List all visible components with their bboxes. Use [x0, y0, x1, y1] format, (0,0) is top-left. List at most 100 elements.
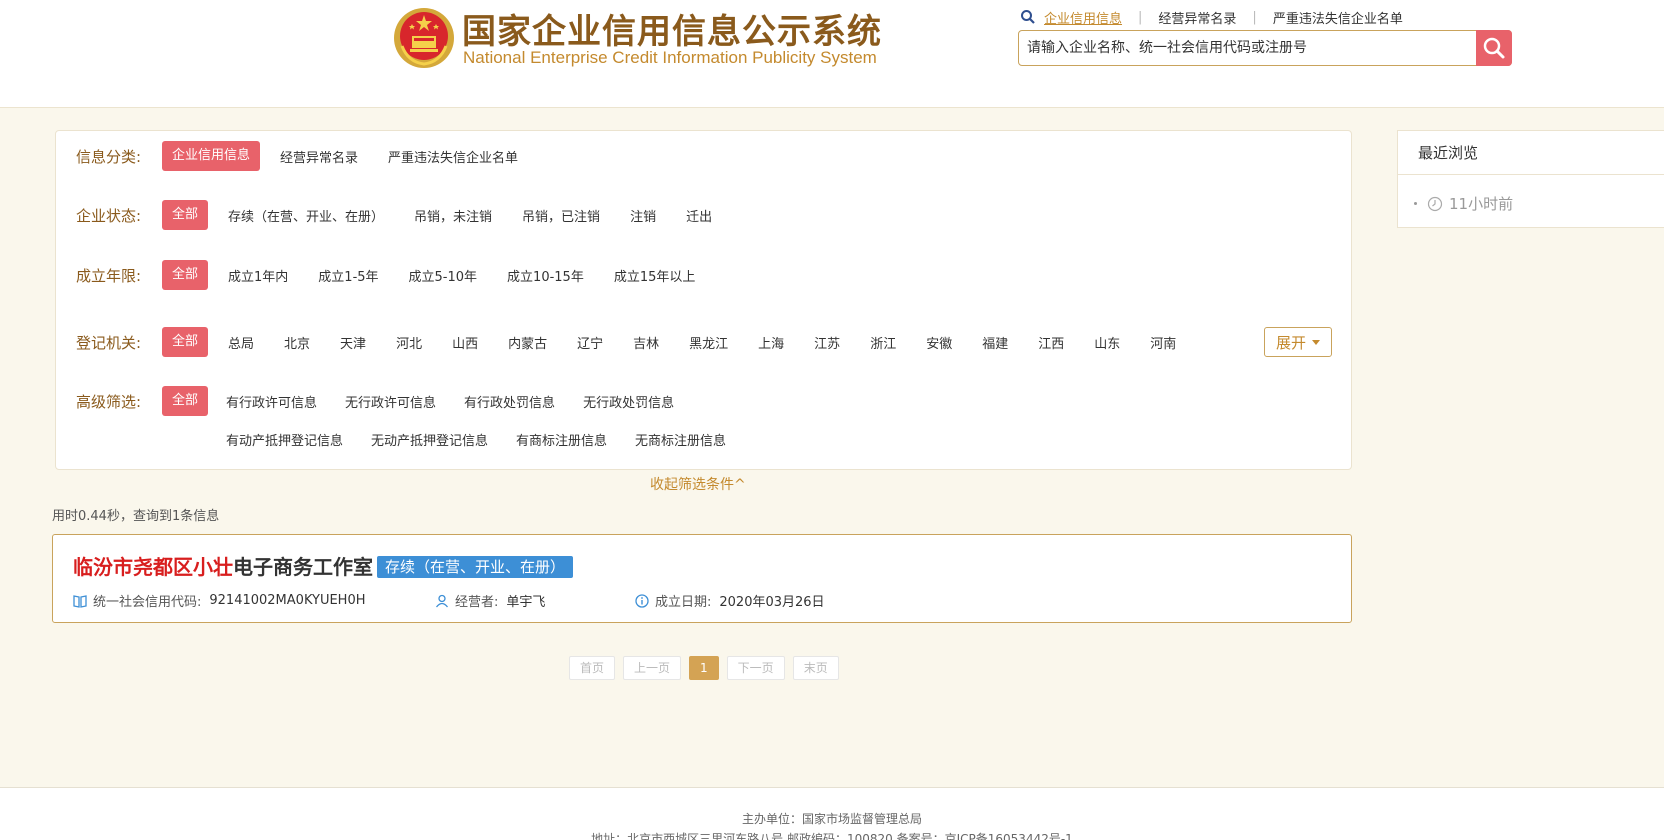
- filter-option[interactable]: 全部: [162, 260, 209, 290]
- filter-row-advanced: 高级筛选: 全部 有行政许可信息 无行政许可信息 有行政处罚信息 无行政处罚信息: [76, 386, 674, 416]
- filter-row-authority: 登记机关: 全部 总局 北京 天津 河北 山西 内蒙古 辽宁 吉林 黑龙江 上海…: [76, 327, 1176, 357]
- filter-panel: 信息分类: 企业信用信息 经营异常名录 严重违法失信企业名单 企业状态: 全部 …: [55, 130, 1352, 470]
- search-icon: [1021, 10, 1035, 24]
- filter-option[interactable]: 山西: [452, 333, 478, 352]
- page-prev-button[interactable]: 上一页: [623, 656, 682, 680]
- filter-option[interactable]: 严重违法失信企业名单: [388, 147, 518, 166]
- filter-label: 企业状态:: [76, 206, 142, 225]
- filter-row-advanced-2: 有动产抵押登记信息 无动产抵押登记信息 有商标注册信息 无商标注册信息: [226, 427, 726, 451]
- search-box: [1018, 30, 1512, 66]
- page-first-button[interactable]: 首页: [569, 656, 616, 680]
- site-subtitle: National Enterprise Credit Information P…: [463, 48, 877, 67]
- recent-item-time: 11小时前: [1449, 195, 1514, 213]
- filter-option[interactable]: 内蒙古: [508, 333, 547, 352]
- filter-option[interactable]: 黑龙江: [689, 333, 728, 352]
- filter-option[interactable]: 无行政许可信息: [345, 392, 436, 411]
- top-link-abnormal-list[interactable]: 经营异常名录: [1158, 8, 1236, 27]
- filter-option[interactable]: 北京: [284, 333, 310, 352]
- page-last-button[interactable]: 末页: [792, 656, 839, 680]
- operator-field: 经营者: 单宇飞: [435, 591, 545, 610]
- info-icon: [635, 593, 649, 608]
- filter-row-age: 成立年限: 全部 成立1年内 成立1-5年 成立5-10年 成立10-15年 成…: [76, 260, 695, 290]
- filter-option[interactable]: 成立1-5年: [318, 266, 378, 285]
- filter-option[interactable]: 有行政许可信息: [226, 392, 317, 411]
- search-icon: [1483, 37, 1505, 59]
- filter-row-status: 企业状态: 全部 存续（在营、开业、在册） 吊销，未注销 吊销，已注销 注销 迁…: [76, 200, 712, 230]
- filter-row-category: 信息分类: 企业信用信息 经营异常名录 严重违法失信企业名单: [76, 141, 518, 171]
- filter-label: 高级筛选:: [76, 392, 142, 411]
- search-button[interactable]: [1476, 30, 1512, 66]
- filter-option[interactable]: 吊销，未注销: [414, 206, 492, 225]
- clock-icon: [1427, 196, 1443, 211]
- national-emblem-icon: [394, 8, 454, 68]
- result-stats: 用时0.44秒，查询到1条信息: [52, 509, 220, 524]
- filter-option[interactable]: 上海: [758, 333, 784, 352]
- collapse-filters-link[interactable]: 收起筛选条件^: [650, 474, 746, 494]
- company-name-rest: 电子商务工作室: [233, 555, 373, 579]
- filter-option[interactable]: 成立5-10年: [409, 266, 478, 285]
- filter-option[interactable]: 辽宁: [577, 333, 603, 352]
- operator-label: 经营者:: [455, 595, 499, 610]
- filter-option[interactable]: 无动产抵押登记信息: [371, 430, 488, 449]
- result-card[interactable]: 临汾市尧都区小壮电子商务工作室 存续（在营、开业、在册） 统一社会信用代码: 92…: [52, 534, 1352, 623]
- company-name-highlight: 临汾市尧都区小壮: [73, 555, 233, 579]
- site-title: 国家企业信用信息公示系统: [462, 12, 882, 52]
- divider: |: [1252, 9, 1257, 25]
- book-icon: [73, 594, 87, 608]
- filter-option[interactable]: 安徽: [926, 333, 952, 352]
- filter-option[interactable]: 全部: [162, 327, 209, 357]
- status-badge: 存续（在营、开业、在册）: [377, 556, 574, 578]
- operator-value: 单宇飞: [506, 595, 546, 610]
- recent-item[interactable]: 11小时前: [1414, 193, 1513, 214]
- filter-option[interactable]: 企业信用信息: [162, 141, 261, 171]
- filter-option[interactable]: 吊销，已注销: [522, 206, 600, 225]
- established-date-label: 成立日期:: [655, 595, 712, 610]
- filter-option[interactable]: 浙江: [870, 333, 896, 352]
- filter-label: 成立年限:: [76, 266, 142, 285]
- filter-option[interactable]: 迁出: [686, 206, 712, 225]
- bullet: [1414, 202, 1417, 205]
- filter-option[interactable]: 总局: [228, 333, 254, 352]
- credit-code-value: 92141002MA0KYUEH0H: [209, 593, 366, 608]
- filter-option[interactable]: 成立1年内: [228, 266, 288, 285]
- caret-down-icon: [1312, 339, 1320, 345]
- filter-option[interactable]: 江苏: [814, 333, 840, 352]
- footer-sponsor: 主办单位：国家市场监督管理总局: [741, 812, 922, 826]
- filter-option[interactable]: 成立15年以上: [614, 266, 696, 285]
- filter-option[interactable]: 江西: [1038, 333, 1064, 352]
- filter-option[interactable]: 有动产抵押登记信息: [226, 430, 343, 449]
- filter-option[interactable]: 天津: [340, 333, 366, 352]
- top-link-blacklist[interactable]: 严重违法失信企业名单: [1273, 8, 1403, 27]
- site-footer: 主办单位：国家市场监督管理总局 地址：北京市西城区三里河东路八号 邮政编码：10…: [0, 787, 1664, 840]
- filter-option[interactable]: 河北: [396, 333, 422, 352]
- page-current-button[interactable]: 1: [689, 656, 719, 680]
- top-link-credit-info[interactable]: 企业信用信息: [1044, 8, 1122, 27]
- top-nav: 企业信用信息 | 经营异常名录 | 严重违法失信企业名单: [1020, 6, 1403, 28]
- filter-label: 信息分类:: [76, 147, 142, 166]
- established-date-field: 成立日期: 2020年03月26日: [635, 591, 825, 610]
- company-name[interactable]: 临汾市尧都区小壮电子商务工作室 存续（在营、开业、在册）: [73, 551, 574, 580]
- page-next-button[interactable]: 下一页: [726, 656, 785, 680]
- filter-option[interactable]: 有商标注册信息: [516, 430, 607, 449]
- filter-option[interactable]: 经营异常名录: [280, 147, 358, 166]
- recent-browse-panel: 最近浏览 11小时前: [1397, 130, 1664, 228]
- search-input[interactable]: [1019, 31, 1475, 65]
- site-header: 国家企业信用信息公示系统 National Enterprise Credit …: [0, 0, 1664, 108]
- filter-option[interactable]: 福建: [982, 333, 1008, 352]
- expand-button[interactable]: 展开: [1264, 327, 1332, 357]
- filter-option[interactable]: 河南: [1150, 333, 1176, 352]
- filter-option[interactable]: 无商标注册信息: [635, 430, 726, 449]
- filter-option[interactable]: 注销: [630, 206, 656, 225]
- filter-option[interactable]: 有行政处罚信息: [464, 392, 555, 411]
- filter-option[interactable]: 全部: [162, 386, 209, 416]
- filter-option[interactable]: 无行政处罚信息: [583, 392, 674, 411]
- filter-option[interactable]: 山东: [1094, 333, 1120, 352]
- credit-code-field: 统一社会信用代码: 92141002MA0KYUEH0H: [73, 591, 366, 610]
- filter-option[interactable]: 吉林: [633, 333, 659, 352]
- filter-option[interactable]: 全部: [162, 200, 209, 230]
- filter-option[interactable]: 成立10-15年: [507, 266, 584, 285]
- filter-option[interactable]: 存续（在营、开业、在册）: [228, 206, 384, 225]
- filter-label: 登记机关:: [76, 333, 142, 352]
- footer-address: 地址：北京市西城区三里河东路八号 邮政编码：100820 备案号：京ICP备16…: [591, 832, 1073, 840]
- established-date-value: 2020年03月26日: [719, 595, 825, 610]
